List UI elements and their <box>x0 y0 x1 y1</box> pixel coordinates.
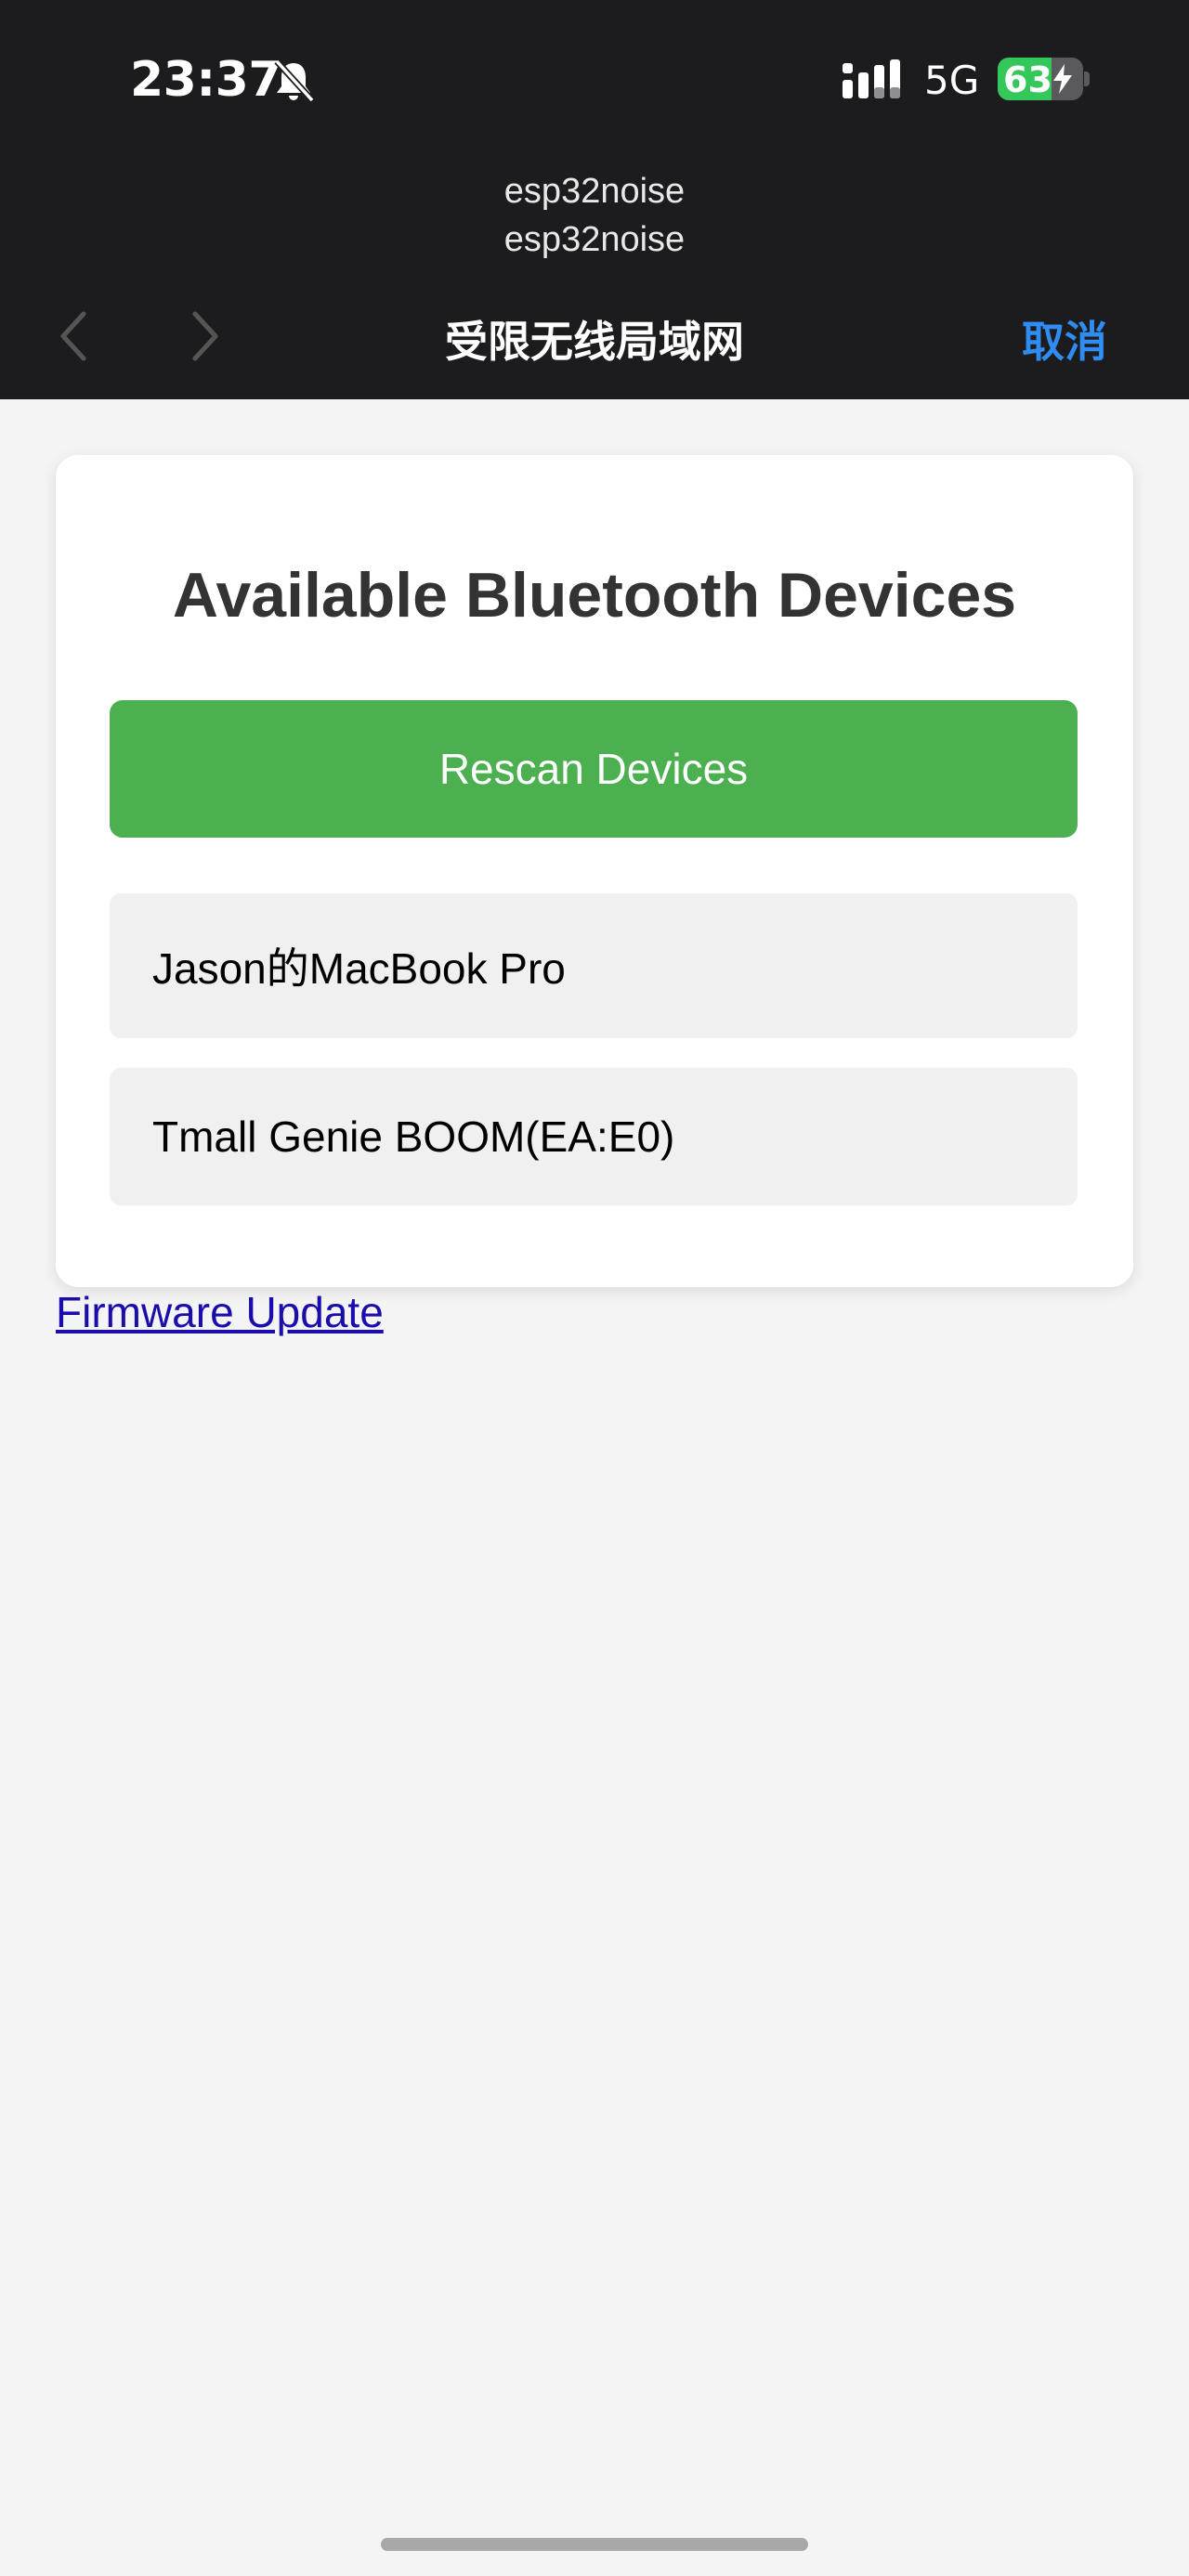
bell-muted-icon <box>274 59 315 103</box>
site-name: esp32noise esp32noise <box>0 167 1189 264</box>
battery-indicator: 63 <box>998 58 1083 100</box>
site-name-line-1: esp32noise <box>503 172 686 211</box>
chevron-right-icon[interactable] <box>186 308 223 364</box>
devices-card: Available Bluetooth Devices Rescan Devic… <box>56 455 1133 1287</box>
status-time: 23:37 <box>130 52 282 108</box>
rescan-button[interactable]: Rescan Devices <box>110 700 1078 838</box>
home-indicator[interactable] <box>381 2538 808 2551</box>
page-title: 受限无线局域网 <box>445 317 744 367</box>
battery-percent: 63 <box>1003 59 1052 100</box>
card-title: Available Bluetooth Devices <box>172 560 1017 631</box>
network-type: 5G <box>924 58 980 103</box>
top-bar: 23:37 5G 63 esp32noise esp32noise 受限无线局域… <box>0 0 1189 399</box>
device-item[interactable]: Jason的MacBook Pro <box>110 893 1078 1038</box>
battery-cap <box>1084 72 1090 86</box>
firmware-update-link[interactable]: Firmware Update <box>56 1287 384 1337</box>
site-name-line-2: esp32noise <box>503 220 686 259</box>
device-item[interactable]: Tmall Genie BOOM(EA:E0) <box>110 1068 1078 1205</box>
charging-bolt-icon <box>1053 64 1072 94</box>
chevron-left-icon[interactable] <box>56 308 93 364</box>
status-bar: 23:37 5G 63 <box>0 0 1189 158</box>
cancel-button[interactable]: 取消 <box>1022 308 1107 370</box>
signal-icon <box>843 59 900 98</box>
